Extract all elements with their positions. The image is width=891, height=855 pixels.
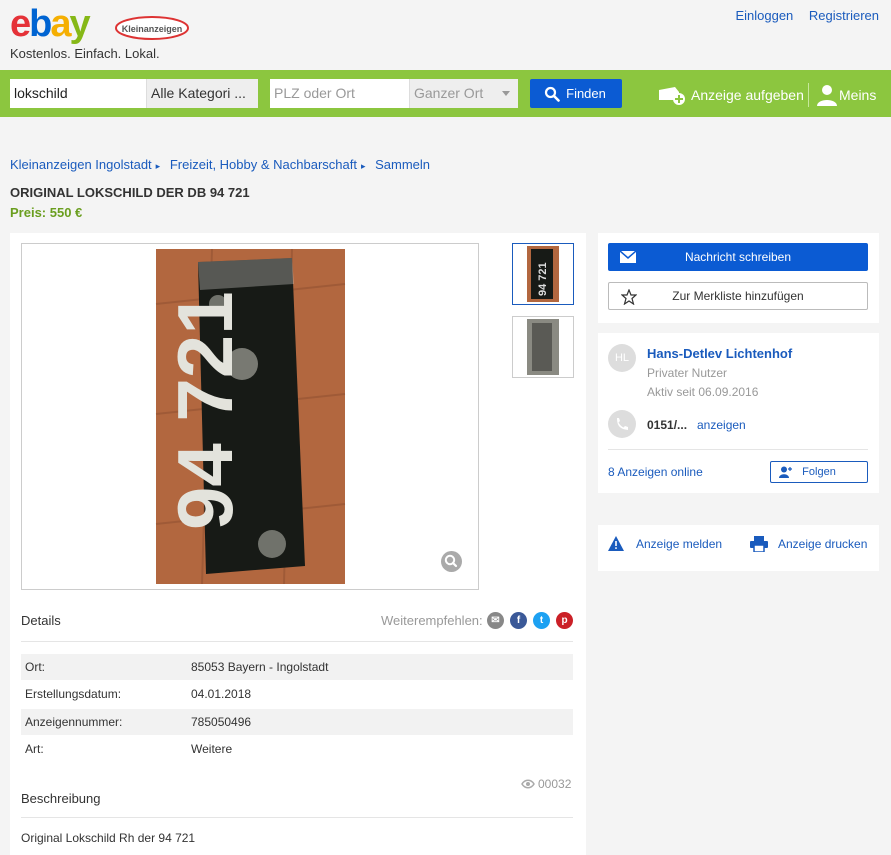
seller-name[interactable]: Hans-Detlev Lichtenhof [647,346,792,361]
detail-type-link[interactable]: Weitere [191,736,232,762]
login-link[interactable]: Einloggen [735,8,793,23]
detail-row-ad-number: Anzeigennummer: 785050496 [21,709,573,735]
breadcrumb-city[interactable]: Kleinanzeigen Ingolstadt [10,157,152,172]
seller-active-since: Aktiv seit 06.09.2016 [647,385,759,399]
detail-value: 04.01.2018 [191,687,252,701]
view-count: 00032 [538,777,572,791]
report-ad-link[interactable]: Anzeige melden [608,536,723,551]
category-select-value: Alle Kategori ... [151,85,246,101]
phone-number: 0151/... [647,418,688,432]
my-account-label: Meins [839,87,877,103]
detail-row-date: Erstellungsdatum: 04.01.2018 [21,681,573,707]
description-heading: Beschreibung [21,791,101,806]
message-button[interactable]: Nachricht schreiben [608,243,868,271]
post-ad-icon [659,87,685,105]
post-ad-label: Anzeige aufgeben [691,87,804,103]
radius-select[interactable]: Ganzer Ort [409,79,518,108]
search-icon [544,86,560,102]
main-image[interactable]: 94 721 [21,243,479,590]
tagline: Kostenlos. Einfach. Lokal. [10,46,160,61]
thumbnail-2[interactable] [512,316,574,378]
add-user-icon [779,466,792,478]
ad-photo: 94 721 [155,248,346,585]
mail-icon [620,251,636,263]
find-button-label: Finden [566,86,606,101]
detail-key: Erstellungsdatum: [25,687,122,701]
printer-icon [750,536,768,552]
breadcrumb-arrow-icon: ▸ [360,161,366,171]
divider [808,83,809,107]
twitter-share-icon[interactable]: t [533,612,550,629]
watchlist-button[interactable]: Zur Merkliste hinzufügen [608,282,868,310]
report-ad-label: Anzeige melden [636,537,723,551]
detail-key: Ort: [25,660,45,674]
phone-icon [608,410,636,438]
warning-icon [608,536,624,551]
view-counter: 00032 [521,777,571,791]
star-icon [621,289,637,305]
show-phone-link[interactable]: anzeigen [697,418,746,432]
message-button-label: Nachricht schreiben [684,250,792,264]
detail-key: Art: [25,742,44,756]
zoom-icon[interactable] [441,551,462,572]
breadcrumb-subcategory[interactable]: Sammeln [375,157,430,172]
svg-text:94 721: 94 721 [537,262,549,296]
facebook-share-icon[interactable]: f [510,612,527,629]
print-ad-link[interactable]: Anzeige drucken [750,536,868,552]
register-link[interactable]: Registrieren [809,8,879,23]
category-select[interactable]: Alle Kategori ... [146,79,258,108]
ad-title: ORIGINAL LOKSCHILD DER DB 94 721 [10,185,250,200]
email-share-icon[interactable]: ✉ [487,612,504,629]
detail-row-type: Art: Weitere [21,736,573,762]
search-input[interactable]: lokschild [10,79,146,108]
watchlist-button-label: Zur Merkliste hinzufügen [672,289,804,303]
user-icon [817,85,837,106]
follow-button-label: Folgen [802,466,836,478]
breadcrumb-category[interactable]: Freizeit, Hobby & Nachbarschaft [170,157,357,172]
detail-key: Anzeigennummer: [25,715,123,729]
breadcrumb-arrow-icon: ▸ [155,161,161,171]
pinterest-share-icon[interactable]: p [556,612,573,629]
find-button[interactable]: Finden [530,79,622,108]
ebay-kleinanzeigen-logo[interactable]: ebay Kleinanzeigen [10,4,190,44]
detail-value: 85053 Bayern - Ingolstadt [191,660,329,674]
divider [608,449,868,450]
seller-ads-link[interactable]: 8 Anzeigen online [608,465,703,479]
details-heading: Details [21,613,61,628]
my-account-button[interactable]: Meins [817,83,876,107]
plate-text: 94 721 [161,291,249,530]
post-ad-button[interactable]: Anzeige aufgeben [657,84,804,106]
chevron-down-icon [502,91,510,96]
share-label: Weiterempfehlen: [381,613,483,628]
breadcrumb: Kleinanzeigen Ingolstadt ▸ Freizeit, Hobb… [10,157,430,172]
divider [21,641,573,642]
print-ad-label: Anzeige drucken [778,537,868,551]
svg-text:Kleinanzeigen: Kleinanzeigen [122,24,183,34]
seller-type: Privater Nutzer [647,366,728,380]
eye-icon [521,779,535,789]
radius-select-value: Ganzer Ort [414,85,484,101]
account-links: Einloggen Registrieren [723,8,879,23]
divider [21,817,573,818]
svg-text:ebay: ebay [10,4,91,44]
ad-price: Preis: 550 € [10,205,83,220]
location-input[interactable]: PLZ oder Ort [270,79,409,108]
description-text: Original Lokschild Rh der 94 721 [21,831,196,845]
follow-button[interactable]: Folgen [770,461,868,483]
detail-row-location: Ort: 85053 Bayern - Ingolstadt [21,654,573,680]
avatar: HL [608,344,636,372]
thumbnail-1[interactable]: 94 721 [512,243,574,305]
detail-value: 785050496 [191,715,252,729]
header: ebay Kleinanzeigen Kostenlos. Einfach. L… [0,0,891,70]
